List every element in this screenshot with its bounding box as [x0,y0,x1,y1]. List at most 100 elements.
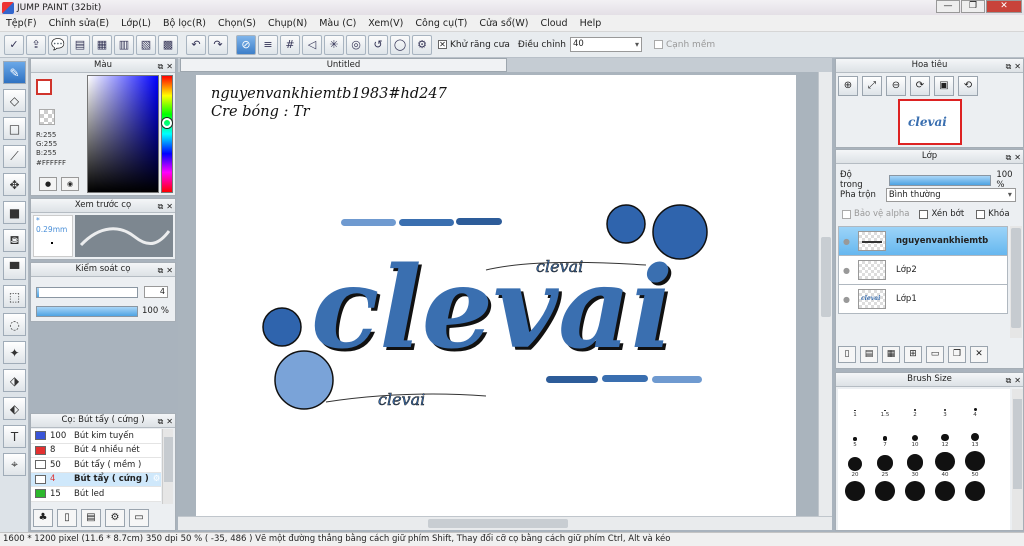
redo-icon[interactable]: ↷ [208,34,228,55]
bucket-tool-icon[interactable]: ⛾ [3,229,26,252]
gradient-tool-icon[interactable]: ▀ [3,257,26,280]
layer-folder-icon[interactable]: ▭ [926,346,944,363]
brush-tool-icon[interactable]: ✎ [3,61,26,84]
eraser-tool-icon[interactable]: ◇ [3,89,26,112]
brush-size-cell[interactable]: 1.5 [870,391,900,419]
snap-icon[interactable]: ✓ [4,34,24,55]
document-tab[interactable]: Untitled [180,58,507,72]
brush-item[interactable]: 8 Bút 4 nhiều nét [31,443,161,458]
circle-ruler-icon[interactable]: ◯ [390,34,410,55]
brush-size-cell[interactable] [960,481,990,509]
layer-item[interactable]: ● Lớp2 [838,255,1008,285]
brush-size-cell[interactable] [900,481,930,509]
close-panel-icon[interactable]: ✕ [1014,153,1021,162]
new-brush-icon[interactable]: ▯ [57,509,77,527]
brush-size-scrollbar[interactable] [1012,389,1023,530]
brush-size-cell[interactable]: 7 [870,421,900,449]
hue-slider[interactable] [161,75,173,193]
protect-alpha-checkbox[interactable] [842,209,851,219]
saturation-value-picker[interactable] [87,75,159,193]
rotate-icon[interactable]: ⟳ [910,76,930,96]
menu-layer[interactable]: Lớp(L) [115,18,157,29]
brush-size-cell[interactable] [840,481,870,509]
brush-settings-icon[interactable]: ⚙ [105,509,125,527]
undock-icon[interactable]: ⧉ [1006,376,1012,385]
menu-tools[interactable]: Công cụ(T) [409,18,473,29]
menu-window[interactable]: Cửa sổ(W) [473,18,534,29]
line-tool-icon[interactable]: ⟋ [3,145,26,168]
undock-icon[interactable]: ⧉ [1006,62,1012,71]
settings-gear-icon[interactable]: ⚙ [153,474,161,484]
maximize-button[interactable]: ❐ [961,0,985,13]
hue-knob[interactable] [162,118,172,128]
edge-checkbox[interactable] [653,40,663,49]
zoom-out-icon[interactable]: ⊖ [886,76,906,96]
minimize-button[interactable]: — [936,0,960,13]
brush-menu-icon[interactable]: ▤ [81,509,101,527]
panel-icon[interactable]: ▤ [70,34,90,55]
brush-size-cell[interactable]: 20 [840,451,870,479]
new-layer-folder-icon[interactable]: ▦ [882,346,900,363]
brush-size-input[interactable]: 4 [144,286,168,298]
undo-icon[interactable]: ↶ [186,34,206,55]
visibility-icon[interactable]: ● [843,295,853,304]
rectangle-tool-icon[interactable]: □ [3,117,26,140]
operation-tool-icon[interactable]: ⌖ [3,453,26,476]
curve-icon[interactable]: ↺ [368,34,388,55]
add-layer-menu-icon[interactable]: ⊞ [904,346,922,363]
gear-icon[interactable]: ⚙ [412,34,432,55]
undock-icon[interactable]: ⧉ [158,417,164,426]
scroll-thumb[interactable] [164,437,173,482]
brush-size-cell[interactable]: 10 [900,421,930,449]
brush-size-cell[interactable]: 12 [930,421,960,449]
new-halftone-layer-icon[interactable]: ▤ [860,346,878,363]
undock-icon[interactable]: ⧉ [158,202,164,211]
navigator-thumbnail[interactable]: clevai [898,99,962,145]
undock-icon[interactable]: ⧉ [158,266,164,275]
layer-item[interactable]: ● clevai Lớp1 [838,284,1008,314]
close-panel-icon[interactable]: ✕ [1014,62,1021,71]
palette-settings-icon[interactable]: ◉ [61,177,79,191]
brush-size-cell[interactable]: 1 [840,391,870,419]
antialias-checkbox[interactable]: ✕ [438,40,447,49]
brush-item-selected[interactable]: 4 Bút tẩy ( cứng ) ⚙ [31,472,161,487]
export-icon[interactable]: ⇪ [26,34,46,55]
visibility-icon[interactable]: ● [843,237,853,246]
transparent-color-swatch[interactable] [39,109,55,125]
close-panel-icon[interactable]: ✕ [166,62,173,71]
brush-size-cell[interactable]: 30 [900,451,930,479]
close-button[interactable]: ✕ [986,0,1022,13]
document-icon[interactable]: ▥ [114,34,134,55]
brush-size-cell[interactable]: 4 [960,391,990,419]
brush-list-scrollbar[interactable] [162,429,173,504]
brush-size-cell[interactable]: 13 [960,421,990,449]
select-rect-tool-icon[interactable]: ⬚ [3,285,26,308]
canvas-area[interactable]: nguyenvankhiemtb1983#hd247 Cre bóng : Tr… [178,72,818,516]
page-icon[interactable]: ▦ [92,34,112,55]
close-panel-icon[interactable]: ✕ [166,202,173,211]
menu-file[interactable]: Tệp(F) [0,18,43,29]
undock-icon[interactable]: ⧉ [158,62,164,71]
concentric-icon[interactable]: ◎ [346,34,366,55]
scroll-thumb[interactable] [1013,399,1022,489]
canvas-vertical-scrollbar[interactable] [818,72,832,516]
brush-tree-icon[interactable]: ♣ [33,509,53,527]
menu-cloud[interactable]: Cloud [534,18,573,29]
text-tool-icon[interactable]: T [3,425,26,448]
new-layer-icon[interactable]: ▯ [838,346,856,363]
close-panel-icon[interactable]: ✕ [166,266,173,275]
brush-item[interactable]: 50 Bút tẩy ( mềm ) [31,458,161,473]
grid-icon[interactable]: # [280,34,300,55]
grid-settings-icon[interactable]: ▩ [158,34,178,55]
snap-off-icon[interactable]: ⊘ [236,34,256,55]
brush-size-cell[interactable]: 25 [870,451,900,479]
brush-size-cell[interactable]: 2 [900,391,930,419]
duplicate-layer-icon[interactable]: ❐ [948,346,966,363]
brush-size-cell[interactable]: 5 [840,421,870,449]
visibility-icon[interactable]: ● [843,266,853,275]
perspective-icon[interactable]: ◁ [302,34,322,55]
foreground-color-swatch[interactable] [36,79,52,95]
brush-size-cell[interactable] [930,481,960,509]
menu-filter[interactable]: Bộ lọc(R) [157,18,212,29]
menu-select[interactable]: Chọn(S) [212,18,262,29]
